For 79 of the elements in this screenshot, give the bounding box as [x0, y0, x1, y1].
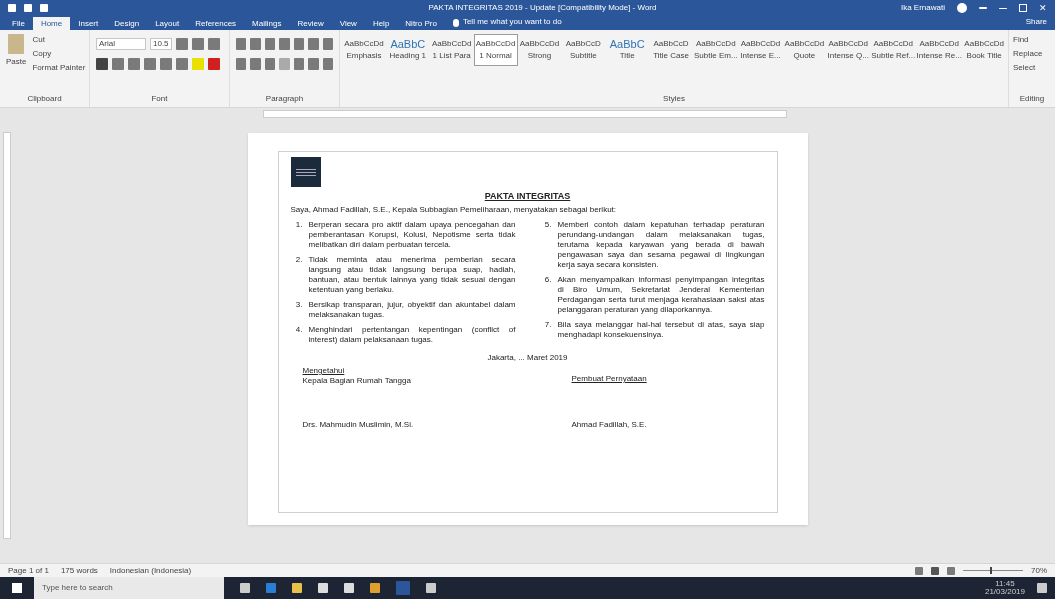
style-gallery-item[interactable]: AaBbCcD Title Case — [649, 34, 693, 66]
group-label: Clipboard — [26, 93, 63, 105]
font-name-field[interactable]: Arial — [96, 38, 146, 50]
ribbon-tab[interactable]: File — [4, 17, 33, 30]
ribbon-tab[interactable]: Help — [364, 17, 398, 30]
logo-drawing — [290, 157, 321, 187]
style-gallery-item[interactable]: AaBbCcDd Book Title — [962, 34, 1007, 66]
signatory-name: Ahmad Fadillah, S.E. — [570, 420, 648, 430]
ribbon-tab[interactable]: Review — [289, 17, 332, 30]
select-button[interactable]: Select — [1013, 62, 1051, 74]
window-title: PAKTA INTEGRITAS 2019 - Update [Compatibility Mode] - Word — [427, 2, 658, 14]
list-item-text: Menghindari pertentangan kepentingan (conflict of interest) dalam pelaksanaan tugas. — [308, 325, 516, 345]
list-number: 1. — [294, 220, 303, 231]
format-painter-button[interactable]: Format Painter — [32, 62, 86, 74]
group-label: Font — [150, 93, 169, 105]
ribbon-tab[interactable]: Nitro Pro — [397, 17, 445, 30]
avatar-icon[interactable] — [957, 3, 967, 13]
word-count: 175 words — [60, 564, 98, 577]
minimize-icon[interactable] — [999, 7, 1007, 9]
list-item-text: Bersikap transparan, jujur, obyektif dan akuntabel dalam melaksanakan tugas. — [308, 300, 516, 320]
search-field[interactable]: Type here to search — [34, 577, 224, 599]
style-gallery-item[interactable]: AaBbCcDd Strong — [517, 34, 562, 66]
copy-button[interactable]: Copy — [32, 48, 86, 60]
style-gallery-item[interactable]: AaBbCcDd Quote — [782, 34, 827, 66]
font-size-field[interactable]: 10.5 — [150, 38, 172, 50]
list-item-text: Memberi contoh dalam kepatuhan terhadap peraturan perundang-undangan dalam melaksanakan tugas, terutama kepada karyawan yang berada di bawah pengawasan saya dan sesama pegawai di lingkungan kerja saya secara konsisten. — [557, 220, 765, 270]
style-gallery-item[interactable]: AaBbCcDd Intense Re... — [916, 34, 963, 66]
ribbon-tab[interactable]: References — [187, 17, 245, 30]
list-item-text: Akan menyampaikan informasi penyimpangan integritas di Biro Umum, Sekretariat Jenderal Kementerian Perdagangan serta turut menjaga kerahasiaan saksi atas pelanggaran peraturan yang dilaporkannya. — [557, 275, 765, 315]
style-gallery-item[interactable]: AaBbCcDd Emphasis — [342, 34, 386, 66]
zoom-slider-thumb[interactable] — [990, 567, 993, 574]
list-number: 2. — [294, 255, 303, 266]
style-gallery-item[interactable]: AaBbC Title — [605, 34, 650, 66]
tell-me-text: Tell me what you want to do — [462, 16, 562, 28]
maximize-icon[interactable] — [1019, 4, 1027, 12]
user-name: Ika Ernawati — [900, 2, 945, 14]
replace-button[interactable]: Replace — [1013, 48, 1051, 60]
style-gallery-item[interactable]: AaBbCcDd Intense E... — [738, 34, 783, 66]
signature-position: Pembuat Pernyataan — [571, 374, 648, 384]
style-gallery-item[interactable]: AaBbCcDd Intense Q... — [826, 34, 871, 66]
share-button[interactable]: Share — [1021, 16, 1051, 28]
list-item-text: Tidak meminta atau menerima pemberian secara langsung atau tidak langsung berupa suap, hadiah, bantuan, atau bentuk lainnya yang tidak sesuai dengan ketentuan yang berlaku. — [308, 255, 516, 295]
document-title: PAKTA INTEGRITAS — [484, 191, 571, 201]
group-label: Paragraph — [264, 93, 305, 105]
group-label: Editing — [1018, 93, 1046, 105]
list-number: 4. — [294, 325, 303, 336]
style-gallery-item[interactable]: AaBbCcDd 1 List Para — [429, 34, 474, 66]
list-item-text: Bila saya melanggar hal-hal tersebut di atas, saya siap menghadapi konsekuensinya. — [557, 320, 765, 340]
date-line: Jakarta, ... Maret 2019 — [487, 353, 568, 362]
list-number: 6. — [543, 275, 552, 286]
paste-button[interactable]: Paste — [4, 34, 29, 93]
group-label: Styles — [662, 93, 686, 105]
ribbon-tab[interactable]: Layout — [147, 17, 188, 30]
list-number: 7. — [543, 320, 552, 331]
ribbon-tab[interactable]: Home — [32, 17, 71, 30]
cut-button[interactable]: Cut — [32, 34, 86, 46]
zoom-level: 70% — [1031, 564, 1047, 577]
ribbon-tab[interactable]: View — [331, 17, 365, 30]
clock-time: 11:45 — [995, 580, 1015, 588]
style-gallery-item[interactable]: AaBbCcDd 1 Normal — [473, 34, 518, 66]
list-number: 3. — [294, 300, 303, 311]
style-gallery-item[interactable]: AaBbCcD Subtitle — [561, 34, 606, 66]
signature-role: Mengetahui — [302, 366, 346, 376]
intro-paragraph: Saya, Ahmad Fadillah, S.E., Kepala Subbagian Pemeliharaan, menyatakan sebagai berikut: — [290, 205, 617, 214]
clock-date: 21/03/2019 — [984, 588, 1025, 596]
style-gallery-item[interactable]: AaBbC Heading 1 — [385, 34, 430, 66]
ribbon-tab[interactable]: Design — [106, 17, 148, 30]
signatory-name: Drs. Mahmudin Muslimin, M.Si. — [301, 420, 415, 430]
page-count: Page 1 of 1 — [8, 564, 49, 577]
ribbon-tab[interactable]: Insert — [70, 17, 107, 30]
style-gallery-item[interactable]: AaBbCcDd Subtle Em... — [693, 34, 739, 66]
close-icon[interactable]: ✕ — [1039, 3, 1047, 13]
list-item-text: Berperan secara pro aktif dalam upaya pencegahan dan pemberantasan Korupsi, Kolusi, Nepotisme serta tidak melibatkan diri dalam perbuatan tercela. — [308, 220, 516, 250]
signature-position: Kepala Bagian Rumah Tangga — [302, 376, 412, 386]
style-gallery-item[interactable]: AaBbCcDd Subtle Ref... — [870, 34, 917, 66]
language-status: Indonesian (Indonesia) — [109, 564, 192, 577]
ribbon-tab[interactable]: Mailings — [244, 17, 290, 30]
find-button[interactable]: Find — [1013, 34, 1051, 46]
list-number: 5. — [543, 220, 552, 231]
